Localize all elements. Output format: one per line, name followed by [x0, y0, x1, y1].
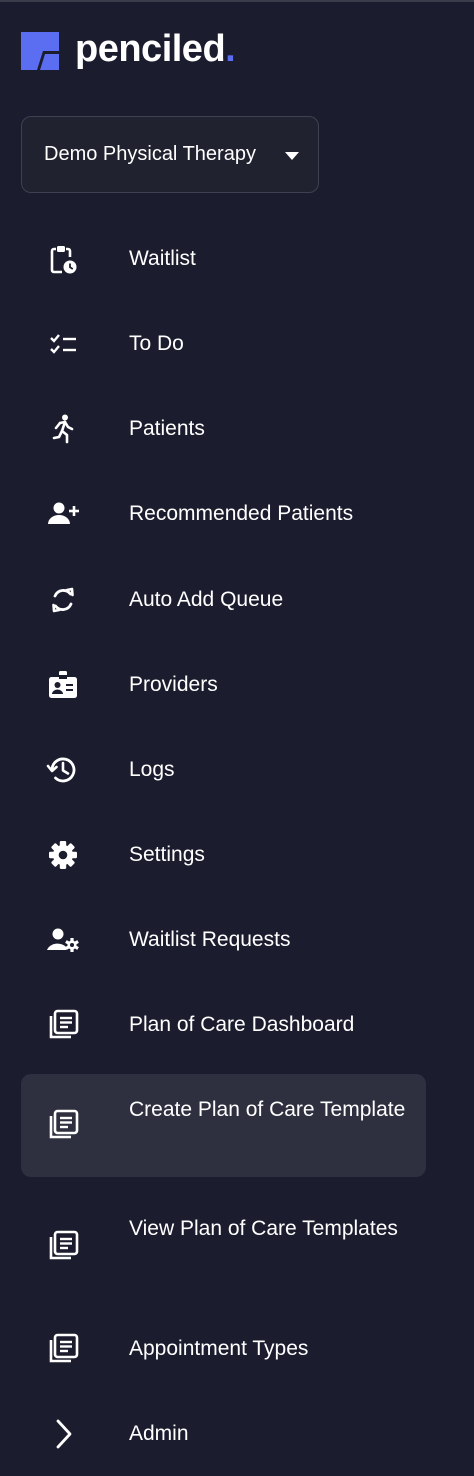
id-badge-icon — [46, 668, 80, 702]
nav-item-admin[interactable]: Admin — [21, 1408, 426, 1460]
nav-item-label: Auto Add Queue — [129, 588, 284, 611]
nav-item-label: Settings — [129, 843, 205, 866]
top-border — [0, 0, 474, 2]
running-person-icon — [46, 412, 80, 446]
practice-selector-value: Demo Physical Therapy — [44, 143, 256, 165]
practice-selector[interactable]: Demo Physical Therapy — [21, 116, 319, 193]
nav-item-label: Create Plan of Care Template — [129, 1098, 406, 1121]
document-list-icon — [46, 1332, 80, 1366]
caret-down-icon — [285, 152, 299, 160]
nav-item-to-do[interactable]: To Do — [21, 318, 426, 370]
checklist-icon — [46, 327, 80, 361]
nav-item-label: Waitlist — [129, 247, 196, 270]
user-plus-icon — [46, 497, 80, 531]
nav-item-patients[interactable]: Patients — [21, 403, 426, 455]
sync-icon — [46, 583, 80, 617]
nav-item-waitlist[interactable]: Waitlist — [21, 233, 426, 285]
history-icon — [46, 753, 80, 787]
nav-item-label: Logs — [129, 758, 175, 781]
nav-item-label: Patients — [129, 417, 205, 440]
brand-logo[interactable]: penciled. — [21, 28, 236, 72]
brand-name: penciled. — [75, 28, 236, 70]
chevron-right-icon — [46, 1417, 80, 1451]
nav-item-label: Plan of Care Dashboard — [129, 1013, 355, 1036]
nav-item-logs[interactable]: Logs — [21, 744, 426, 796]
penciled-logo-mark-icon — [21, 32, 59, 70]
nav-item-plan-of-care-dashboard[interactable]: Plan of Care Dashboard — [21, 999, 426, 1051]
gear-icon — [46, 838, 80, 872]
nav-item-label: Recommended Patients — [129, 502, 354, 525]
clipboard-clock-icon — [46, 242, 80, 276]
nav-item-label: Waitlist Requests — [129, 928, 291, 951]
nav-item-view-plan-of-care-templates[interactable]: View Plan of Care Templates — [21, 1195, 426, 1298]
nav-item-create-plan-of-care-template[interactable]: Create Plan of Care Template — [21, 1074, 426, 1177]
nav-item-auto-add-queue[interactable]: Auto Add Queue — [21, 574, 426, 626]
document-list-icon — [46, 1008, 80, 1042]
nav-item-label: Providers — [129, 673, 218, 696]
user-gear-icon — [46, 923, 80, 957]
nav-item-appointment-types[interactable]: Appointment Types — [21, 1323, 426, 1375]
document-list-icon — [46, 1108, 80, 1142]
nav-item-settings[interactable]: Settings — [21, 829, 426, 881]
brand-dot: . — [225, 28, 236, 70]
nav-item-label: Admin — [129, 1422, 189, 1445]
nav-item-label: To Do — [129, 332, 184, 355]
nav-item-recommended-patients[interactable]: Recommended Patients — [21, 488, 426, 540]
document-list-icon — [46, 1229, 80, 1263]
nav-item-waitlist-requests[interactable]: Waitlist Requests — [21, 914, 426, 966]
nav-item-label: Appointment Types — [129, 1337, 309, 1360]
nav-item-providers[interactable]: Providers — [21, 659, 426, 711]
nav-item-label: View Plan of Care Templates — [129, 1217, 398, 1240]
